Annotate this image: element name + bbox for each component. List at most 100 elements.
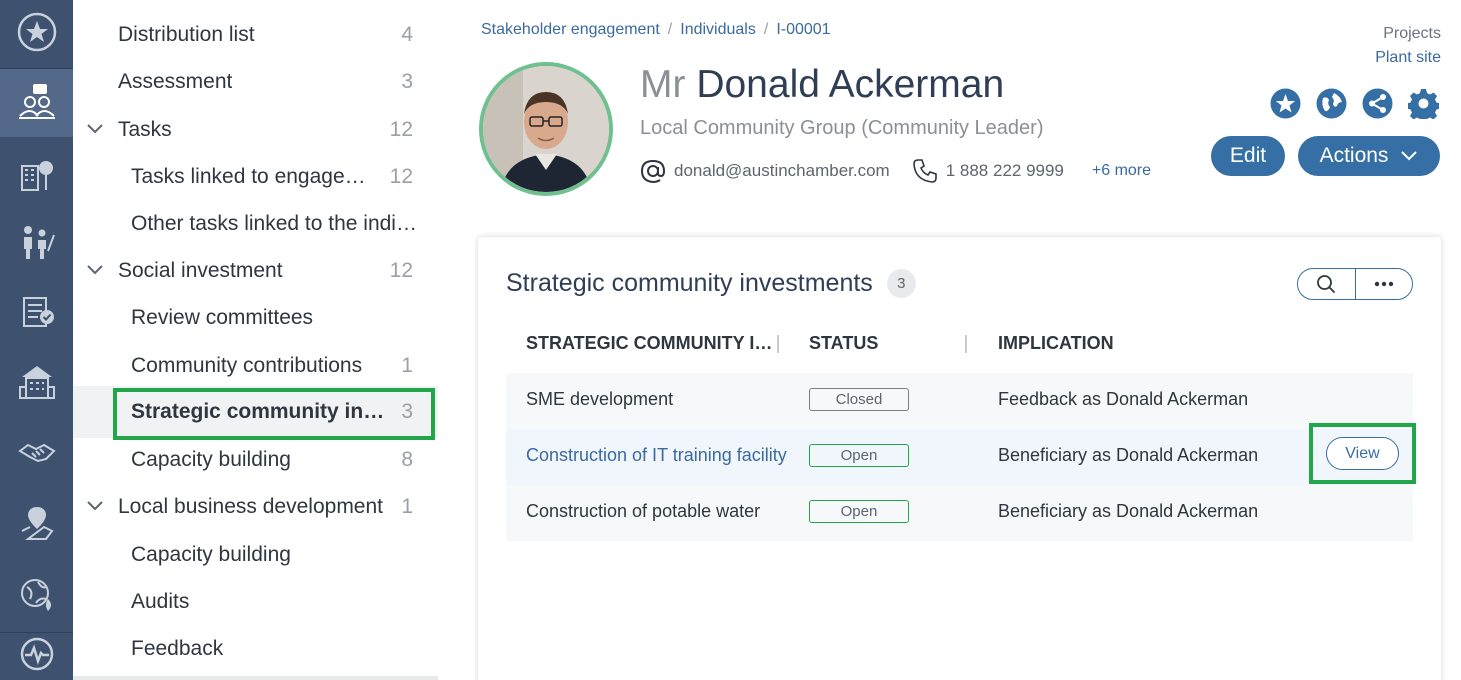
activity-icon	[16, 633, 58, 680]
nav-item-label: Capacity building	[131, 542, 291, 566]
breadcrumb-individuals[interactable]: Individuals	[680, 21, 756, 39]
column-resize-handle[interactable]	[965, 335, 967, 353]
breadcrumb-separator: /	[763, 21, 769, 38]
nav-item-social-investment[interactable]: Social investment 12	[73, 247, 438, 294]
nav-item-count: 1	[401, 353, 413, 377]
favorite-icon[interactable]	[1270, 88, 1301, 119]
cell-investment-link[interactable]: Construction of IT training facility	[526, 445, 788, 466]
rail-organizations[interactable]	[0, 350, 73, 418]
phone-link[interactable]: 1 888 222 9999	[946, 161, 1064, 181]
card-title-text: Strategic community investments	[506, 269, 873, 297]
cell-implication: Beneficiary as Donald Ackerman	[998, 445, 1259, 465]
column-header-implication[interactable]: IMPLICATION	[998, 333, 1114, 354]
breadcrumb-record-id[interactable]: I-00001	[776, 21, 830, 39]
people-icon	[16, 221, 58, 268]
projects-label: Projects	[1383, 25, 1441, 42]
email-link[interactable]: donald@austinchamber.com	[674, 161, 890, 181]
nav-item-label: Assessment	[118, 69, 233, 93]
cell-implication: Feedback as Donald Ackerman	[998, 389, 1249, 409]
rail-properties[interactable]	[0, 141, 73, 209]
nav-item-label: Community contributions	[131, 353, 363, 377]
status-badge: Open	[809, 444, 909, 467]
chevron-down-icon[interactable]	[86, 497, 104, 515]
nav-item-other-tasks[interactable]: Other tasks linked to the individual	[73, 200, 438, 247]
avatar[interactable]	[479, 62, 613, 196]
globe-icon[interactable]	[1316, 88, 1347, 119]
nav-item-review-committees[interactable]: Review committees	[73, 294, 438, 341]
nav-item-label: Local business development	[118, 494, 384, 518]
section-nav: Distribution list 4 Assessment 3 Tasks 1…	[73, 0, 438, 680]
strategic-investments-card: Strategic community investments 3 STRATE…	[478, 237, 1441, 680]
nav-item-tasks-linked-to-engagements[interactable]: Tasks linked to engagements 12	[73, 153, 438, 200]
at-sign-icon	[640, 158, 666, 184]
view-highlight: View	[1309, 423, 1416, 484]
ellipsis-icon	[1374, 281, 1393, 287]
person-role: Local Community Group (Community Leader)	[640, 117, 1044, 139]
rail-favorites[interactable]	[0, 0, 73, 68]
handshake-icon	[16, 431, 58, 478]
organization-icon	[16, 361, 58, 408]
nav-item-tasks[interactable]: Tasks 12	[73, 106, 438, 153]
rail-agreements[interactable]	[0, 420, 73, 488]
more-contacts-link[interactable]: +6 more	[1092, 162, 1151, 180]
table-row[interactable]: Construction of IT training facility Ope…	[506, 423, 1416, 485]
header-icon-toolbar	[1270, 88, 1439, 119]
rail-people[interactable]	[0, 210, 73, 278]
nav-item-label: Audits	[131, 589, 190, 613]
nav-item-community-contributions[interactable]: Community contributions 1	[73, 342, 438, 389]
share-icon[interactable]	[1362, 88, 1393, 119]
edit-button[interactable]: Edit	[1211, 136, 1285, 176]
search-button[interactable]	[1298, 269, 1356, 299]
contact-info: donald@austinchamber.com 1 888 222 9999 …	[640, 158, 1151, 184]
honorific: Mr	[640, 63, 686, 106]
view-button[interactable]: View	[1326, 437, 1399, 470]
rail-tasks[interactable]	[0, 279, 73, 347]
card-toolbar	[1297, 268, 1413, 300]
actions-button-label: Actions	[1319, 144, 1389, 167]
projects-value[interactable]: Plant site	[1375, 46, 1441, 70]
engagement-icon	[16, 80, 58, 127]
nav-item-local-business-development[interactable]: Local business development 1	[73, 483, 438, 530]
table-row[interactable]: SME development Closed Feedback as Donal…	[506, 373, 1413, 429]
cell-implication: Beneficiary as Donald Ackerman	[998, 501, 1259, 521]
breadcrumb-stakeholder-engagement[interactable]: Stakeholder engagement	[481, 21, 660, 39]
table-header: STRATEGIC COMMUNITY INVESTMENT STATUS IM…	[506, 327, 1413, 361]
nav-item-label: Distribution list	[118, 22, 255, 46]
count-badge: 3	[886, 269, 916, 298]
map-pin-icon	[16, 501, 58, 548]
table-row[interactable]: Construction of potable water Open Benef…	[506, 485, 1413, 541]
chevron-down-icon[interactable]	[86, 120, 104, 138]
nav-item-count: 4	[401, 22, 413, 46]
nav-item-count: 3	[401, 400, 413, 423]
nav-item-label: Strategic community investments	[131, 400, 387, 423]
checklist-icon	[16, 290, 58, 337]
chevron-down-icon[interactable]	[86, 261, 104, 279]
rail-locations[interactable]	[0, 490, 73, 558]
more-options-button[interactable]	[1356, 269, 1413, 299]
nav-item-distribution-list[interactable]: Distribution list 4	[73, 11, 438, 58]
nav-item-assessment[interactable]: Assessment 3	[73, 58, 438, 105]
person-name: Donald Ackerman	[696, 63, 1005, 106]
column-header-investment[interactable]: STRATEGIC COMMUNITY INVESTMENT	[526, 333, 774, 354]
nav-item-capacity-building[interactable]: Capacity building 8	[73, 436, 438, 483]
nav-scroll-edge	[73, 676, 438, 680]
nav-item-feedback[interactable]: Feedback	[73, 625, 438, 672]
column-header-status[interactable]: STATUS	[809, 333, 878, 354]
main-content: Stakeholder engagement / Individuals / I…	[438, 0, 1461, 680]
app-rail	[0, 0, 73, 680]
nav-item-audits[interactable]: Audits	[73, 578, 438, 625]
rail-activity[interactable]	[0, 633, 73, 680]
rail-stakeholder-engagement[interactable]	[0, 69, 73, 137]
column-resize-handle[interactable]	[777, 335, 779, 353]
search-icon	[1317, 275, 1336, 294]
chevron-down-icon	[1401, 151, 1418, 161]
nav-item-capacity-building-lbd[interactable]: Capacity building	[73, 531, 438, 578]
status-badge: Closed	[809, 388, 909, 411]
status-badge: Open	[809, 500, 909, 523]
nav-item-label: Tasks	[118, 117, 172, 141]
settings-icon[interactable]	[1408, 88, 1439, 119]
rail-environment[interactable]	[0, 562, 73, 630]
page-title: Mr Donald Ackerman	[640, 63, 1004, 107]
actions-button[interactable]: Actions	[1298, 136, 1440, 176]
nav-item-strategic-community-investments[interactable]: Strategic community investments 3	[73, 386, 438, 440]
